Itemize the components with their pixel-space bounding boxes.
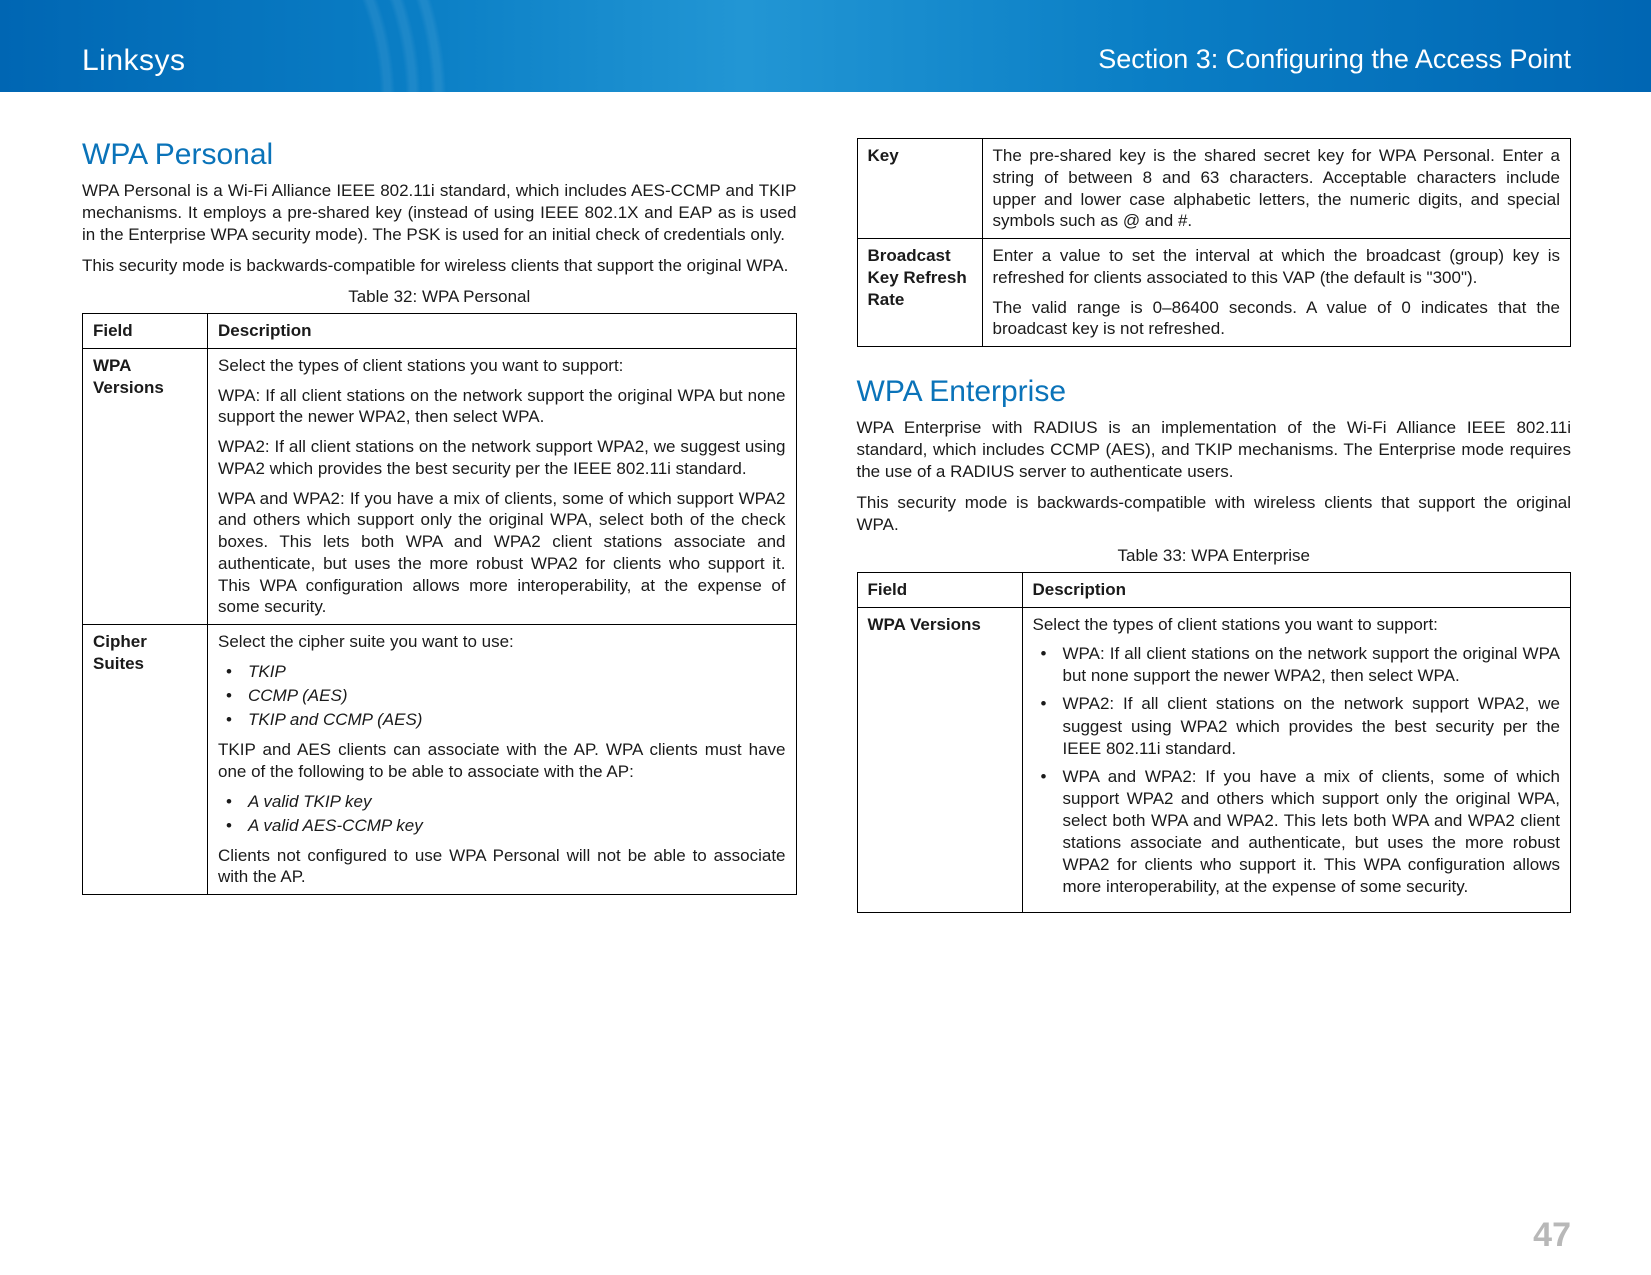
table-row: Broadcast Key Refresh Rate Enter a value… [857,239,1571,347]
cell-text: The pre-shared key is the shared secret … [993,145,1561,232]
th-field: Field [83,314,208,349]
cell-text: WPA: If all client stations on the netwo… [218,385,786,429]
table-row: WPA Versions Select the types of client … [857,607,1571,913]
list-item: WPA and WPA2: If you have a mix of clien… [1033,766,1561,899]
list-item: CCMP (AES) [218,685,786,707]
left-column: WPA Personal WPA Personal is a Wi-Fi All… [82,138,797,913]
cell-text: Select the types of client stations you … [1033,614,1561,636]
table-33: Field Description WPA Versions Select th… [857,572,1572,914]
table-row: WPA Versions Select the types of client … [83,348,797,624]
table-row: Cipher Suites Select the cipher suite yo… [83,625,797,895]
table-32-caption: Table 32: WPA Personal [82,287,797,307]
row-label-key: Key [857,139,982,239]
wpa-personal-heading: WPA Personal [82,138,797,172]
brand-name: Linksys [82,44,186,78]
wpa-personal-intro-2: This security mode is backwards-compatib… [82,255,797,277]
list-item: WPA: If all client stations on the netwo… [1033,643,1561,687]
versions-bullet-list: WPA: If all client stations on the netwo… [1033,643,1561,898]
row-label-broadcast: Broadcast Key Refresh Rate [857,239,982,347]
cell-cipher-suites-desc: Select the cipher suite you want to use:… [208,625,797,895]
table-row: Key The pre-shared key is the shared sec… [857,139,1571,239]
list-item: TKIP [218,661,786,683]
wpa-enterprise-heading: WPA Enterprise [857,375,1572,409]
cipher-bullet-list: TKIP CCMP (AES) TKIP and CCMP (AES) [218,661,786,731]
wpa-personal-intro-1: WPA Personal is a Wi-Fi Alliance IEEE 80… [82,180,797,245]
page-number: 47 [1533,1216,1571,1255]
cell-broadcast-desc: Enter a value to set the interval at whi… [982,239,1571,347]
cell-text: The valid range is 0–86400 seconds. A va… [993,297,1561,341]
cell-wpa-versions-desc: Select the types of client stations you … [1022,607,1571,913]
right-column: Key The pre-shared key is the shared sec… [857,138,1572,913]
table-33-caption: Table 33: WPA Enterprise [857,546,1572,566]
cell-text: Select the types of client stations you … [218,355,786,377]
th-description: Description [208,314,797,349]
row-label-wpa-versions: WPA Versions [83,348,208,624]
th-description: Description [1022,572,1571,607]
section-label: Section 3: Configuring the Access Point [1098,44,1571,75]
wpa-enterprise-intro-2: This security mode is backwards-compatib… [857,492,1572,536]
cell-text: Enter a value to set the interval at whi… [993,245,1561,289]
cell-text: WPA2: If all client stations on the netw… [218,436,786,480]
row-label-cipher-suites: Cipher Suites [83,625,208,895]
key-bullet-list: A valid TKIP key A valid AES-CCMP key [218,791,786,837]
list-item: A valid TKIP key [218,791,786,813]
list-item: A valid AES-CCMP key [218,815,786,837]
th-field: Field [857,572,1022,607]
list-item: TKIP and CCMP (AES) [218,709,786,731]
table-row: Field Description [857,572,1571,607]
cell-text: Clients not configured to use WPA Person… [218,845,786,889]
table-32: Field Description WPA Versions Select th… [82,313,797,895]
table-32-continued: Key The pre-shared key is the shared sec… [857,138,1572,347]
content-area: WPA Personal WPA Personal is a Wi-Fi All… [0,92,1651,913]
cell-text: TKIP and AES clients can associate with … [218,739,786,783]
cell-wpa-versions-desc: Select the types of client stations you … [208,348,797,624]
list-item: WPA2: If all client stations on the netw… [1033,693,1561,759]
header-decoration [0,0,460,92]
page-header: Linksys Section 3: Configuring the Acces… [0,0,1651,92]
wpa-enterprise-intro-1: WPA Enterprise with RADIUS is an impleme… [857,417,1572,482]
row-label-wpa-versions: WPA Versions [857,607,1022,913]
table-row: Field Description [83,314,797,349]
cell-text: Select the cipher suite you want to use: [218,631,786,653]
cell-key-desc: The pre-shared key is the shared secret … [982,139,1571,239]
cell-text: WPA and WPA2: If you have a mix of clien… [218,488,786,619]
